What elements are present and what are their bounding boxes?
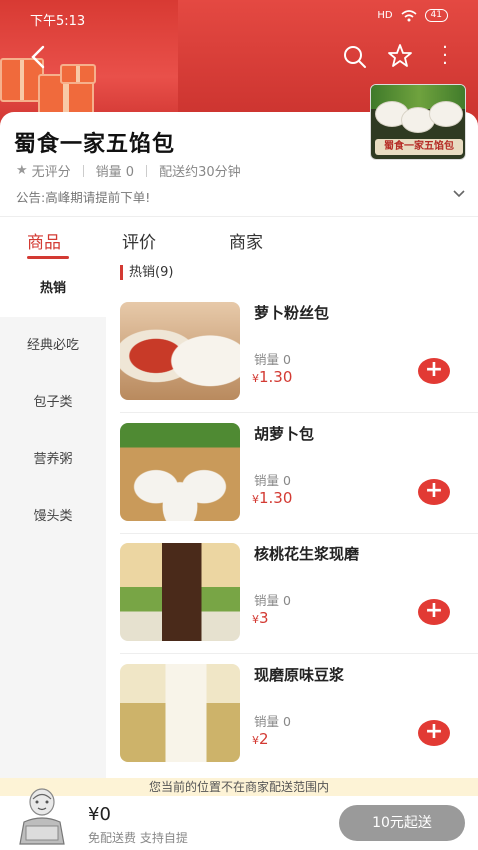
product-name: 萝卜粉丝包	[254, 304, 330, 322]
price-value: 3	[259, 609, 269, 627]
item-divider	[120, 412, 478, 413]
shop-notice: 公告:高峰期请提前下单!	[16, 190, 151, 205]
product-image	[120, 302, 240, 400]
star-outline-icon	[388, 44, 412, 67]
product-item[interactable]: 胡萝卜包 销量 0 ¥1.30 +	[106, 423, 478, 544]
delivery-fee-info: 免配送费 支持自提	[88, 831, 188, 845]
currency-symbol: ¥	[252, 493, 259, 506]
product-price: ¥1.30	[252, 489, 292, 507]
plus-icon: +	[424, 478, 444, 503]
back-button[interactable]	[24, 42, 54, 72]
item-divider	[120, 653, 478, 654]
more-dots-icon: · · ·	[442, 37, 448, 74]
product-sales: 销量 0	[254, 593, 291, 608]
search-icon	[344, 46, 366, 68]
gift-box-decoration	[60, 64, 96, 84]
product-image	[120, 543, 240, 641]
shop-sales: 销量 0	[95, 165, 135, 180]
meta-divider	[82, 164, 84, 177]
category-item[interactable]: 馒头类	[0, 488, 106, 545]
add-to-cart-button[interactable]: +	[418, 479, 450, 505]
status-icons: HD 41	[377, 9, 448, 22]
status-time: 下午5:13	[30, 14, 86, 29]
tab-products[interactable]: 商品	[27, 228, 61, 253]
star-icon: ★	[16, 163, 28, 178]
favorite-button[interactable]	[386, 42, 414, 70]
notice-expand-button[interactable]	[452, 186, 466, 200]
wifi-icon	[401, 9, 417, 21]
search-button[interactable]	[342, 44, 368, 70]
meta-divider	[146, 164, 148, 177]
product-sales: 销量 0	[254, 714, 291, 729]
add-to-cart-button[interactable]: +	[418, 358, 450, 384]
product-price: ¥1.30	[252, 368, 292, 386]
item-divider	[120, 533, 478, 534]
shop-delivery-time: 配送约30分钟	[159, 165, 241, 180]
tab-merchant[interactable]: 商家	[229, 228, 263, 253]
chevron-down-icon	[453, 190, 465, 198]
tab-reviews[interactable]: 评价	[122, 228, 156, 253]
active-tab-indicator	[27, 256, 69, 259]
status-bar: 下午5:13 HD 41	[0, 0, 478, 34]
price-value: 2	[259, 730, 269, 748]
product-name: 核桃花生浆现磨	[254, 545, 360, 563]
checkout-button[interactable]: 10元起送	[339, 805, 465, 841]
category-item[interactable]: 热销	[0, 260, 106, 317]
shop-rating: 无评分	[31, 165, 71, 180]
currency-symbol: ¥	[252, 734, 259, 747]
shop-tabs: 商品 评价 商家	[0, 218, 478, 260]
category-item[interactable]: 营养粥	[0, 431, 106, 488]
category-item[interactable]: 经典必吃	[0, 317, 106, 374]
product-sales: 销量 0	[254, 352, 291, 367]
product-name: 胡萝卜包	[254, 425, 315, 443]
chevron-left-icon	[31, 45, 45, 69]
plus-icon: +	[424, 598, 444, 623]
logo-bun	[429, 101, 463, 127]
product-image	[120, 664, 240, 762]
section-title: 热销(9)	[120, 265, 173, 280]
plus-icon: +	[424, 719, 444, 744]
shop-name: 蜀食一家五馅包	[14, 132, 176, 157]
product-item[interactable]: 萝卜粉丝包 销量 0 ¥1.30 +	[106, 302, 478, 423]
product-item[interactable]: 现磨原味豆浆 销量 0 ¥2 +	[106, 664, 478, 785]
product-item[interactable]: 核桃花生浆现磨 销量 0 ¥3 +	[106, 543, 478, 664]
product-price: ¥2	[252, 730, 269, 748]
currency-symbol: ¥	[252, 372, 259, 385]
battery-icon: 41	[424, 9, 448, 22]
add-to-cart-button[interactable]: +	[418, 720, 450, 746]
product-price: ¥3	[252, 609, 269, 627]
more-button[interactable]: · · ·	[440, 39, 450, 73]
product-sales: 销量 0	[254, 473, 291, 488]
currency-symbol: ¥	[252, 613, 259, 626]
plus-icon: +	[424, 357, 444, 382]
category-sidebar: 热销 经典必吃 包子类 营养粥 馒头类	[0, 260, 106, 780]
signal-icon: HD	[377, 10, 393, 21]
add-to-cart-button[interactable]: +	[418, 599, 450, 625]
cart-button[interactable]	[12, 782, 72, 846]
price-value: 1.30	[259, 489, 293, 507]
shop-logo: 蜀食一家五馅包	[370, 84, 466, 160]
section-divider	[0, 216, 478, 217]
product-image	[120, 423, 240, 521]
shop-meta: ★ 无评分 销量 0 配送约30分钟	[16, 161, 241, 180]
cart-avatar-icon	[19, 788, 65, 845]
cart-total: ¥0	[88, 804, 111, 825]
price-value: 1.30	[259, 368, 293, 386]
product-name: 现磨原味豆浆	[254, 666, 345, 684]
category-item[interactable]: 包子类	[0, 374, 106, 431]
logo-text: 蜀食一家五馅包	[375, 139, 463, 155]
